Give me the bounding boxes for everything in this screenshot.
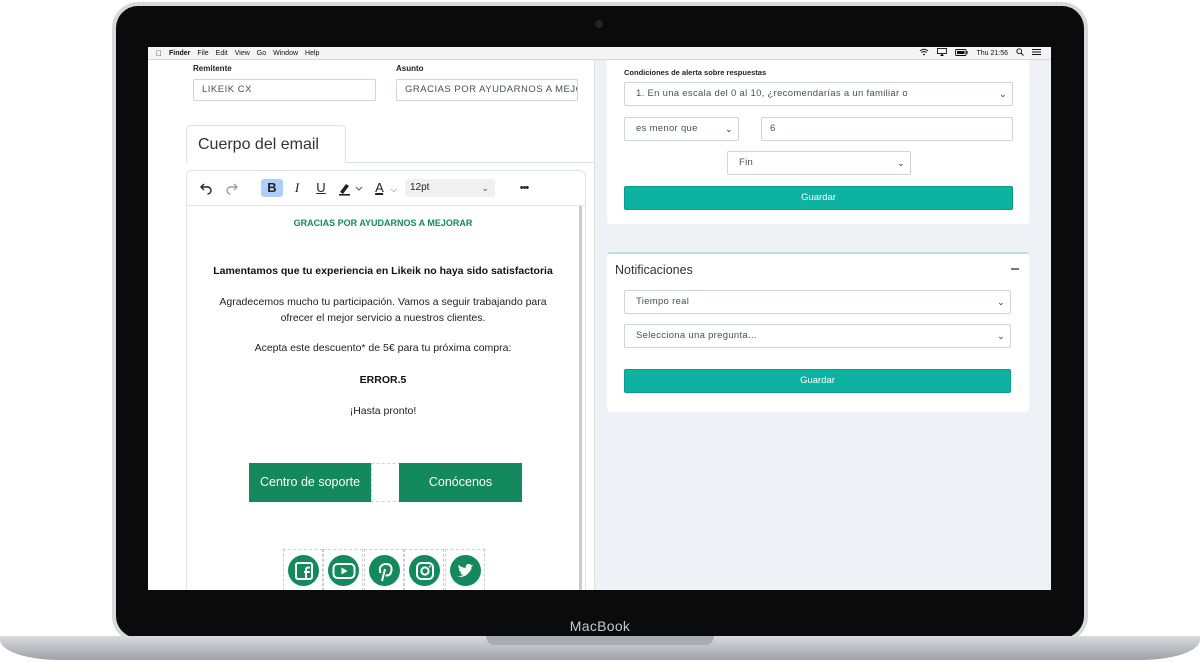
email-editor-panel: Remitente LIKEIK CX Asunto GRACIAS POR A… <box>148 60 594 590</box>
notification-frequency-value: Tiempo real <box>636 296 690 307</box>
airplay-icon[interactable] <box>937 48 948 58</box>
menu-edit[interactable]: Edit <box>216 50 228 57</box>
notification-center-icon[interactable] <box>1032 48 1041 58</box>
chevron-down-icon: ⌄ <box>725 124 733 134</box>
notifications-title: Notificaciones <box>615 263 693 277</box>
bold-button[interactable]: B <box>261 179 283 197</box>
laptop-base-notch <box>486 636 714 645</box>
screen:  Finder File Edit View Go Window Help T… <box>148 47 1051 590</box>
font-size-select[interactable]: 12pt ⌄ <box>405 179 495 197</box>
redo-icon[interactable] <box>223 179 241 197</box>
alert-action-select[interactable]: Fin ⌄ <box>727 151 911 175</box>
chevron-down-icon: ⌵ <box>390 185 397 194</box>
camera <box>595 20 603 28</box>
tab-divider <box>346 162 594 163</box>
italic-button[interactable]: I <box>288 179 306 197</box>
undo-icon[interactable] <box>197 179 215 197</box>
about-us-button[interactable]: Conócenos <box>399 463 522 502</box>
editor-toolbar: B I U A ⌵ 12pt ⌄ ••• <box>187 171 585 206</box>
alert-conditions-label: Condiciones de alerta sobre respuestas <box>624 68 767 77</box>
email-paragraph-line-1: Agradecemos mucho tu participación. Vamo… <box>219 296 547 308</box>
menu-view[interactable]: View <box>235 50 250 57</box>
menu-bar:  Finder File Edit View Go Window Help T… <box>148 47 1051 60</box>
chevron-down-icon: ⌄ <box>481 183 489 193</box>
battery-icon[interactable] <box>955 48 969 58</box>
rich-text-editor: B I U A ⌵ 12pt ⌄ ••• GRACIAS POR AYUDARN… <box>186 170 586 590</box>
alert-question-value: 1. En una escala del 0 al 10, ¿recomenda… <box>636 88 909 99</box>
menu-file[interactable]: File <box>197 50 208 57</box>
instagram-icon[interactable] <box>404 549 444 590</box>
panel-divider <box>594 60 595 590</box>
alert-value-input[interactable]: 6 <box>761 117 1013 141</box>
notifications-card: Notificaciones Tiempo real ⌄ Selecciona … <box>607 252 1029 412</box>
spotlight-icon[interactable] <box>1016 48 1024 58</box>
alert-save-button[interactable]: Guardar <box>624 186 1013 210</box>
email-title: Lamentamos que tu experiencia en Likeik … <box>213 265 553 277</box>
text-color-button[interactable]: A ⌵ <box>371 179 401 197</box>
notification-frequency-select[interactable]: Tiempo real ⌄ <box>624 290 1011 314</box>
highlighter-icon[interactable] <box>337 179 365 197</box>
apple-icon[interactable]:  <box>156 49 162 58</box>
facebook-icon[interactable] <box>283 549 323 590</box>
menu-help[interactable]: Help <box>305 50 319 57</box>
subject-label: Asunto <box>396 64 424 73</box>
font-size-value: 12pt <box>410 182 430 193</box>
email-discount-text: Acepta este descuento* de 5€ para tu pró… <box>254 342 512 354</box>
chevron-down-icon: ⌄ <box>897 158 905 168</box>
twitter-icon[interactable] <box>445 549 485 590</box>
email-preview: GRACIAS POR AYUDARNOS A MEJORAR Lamentam… <box>187 206 579 590</box>
pinterest-icon[interactable] <box>364 549 404 590</box>
menu-clock[interactable]: Thu 21:56 <box>976 50 1008 57</box>
wifi-icon[interactable] <box>919 48 929 58</box>
chevron-down-icon: ⌄ <box>997 297 1005 307</box>
alert-action-value: Fin <box>739 157 754 168</box>
notifications-save-button[interactable]: Guardar <box>624 369 1011 393</box>
menu-app-name[interactable]: Finder <box>169 50 190 57</box>
text-color-label: A <box>375 180 384 195</box>
youtube-icon[interactable] <box>323 549 363 590</box>
email-farewell: ¡Hasta pronto! <box>349 405 417 417</box>
sender-field[interactable]: LIKEIK CX <box>193 79 376 101</box>
chevron-down-icon: ⌄ <box>997 331 1005 341</box>
menu-go[interactable]: Go <box>257 50 266 57</box>
menu-status-area: Thu 21:56 <box>911 48 1041 58</box>
alert-operator-value: es menor que <box>636 123 698 134</box>
subject-field[interactable]: GRACIAS POR AYUDARNOS A MEJC <box>396 79 578 101</box>
editor-scrollbar[interactable] <box>579 206 582 590</box>
collapse-icon[interactable] <box>1011 268 1019 270</box>
alert-conditions-card: Condiciones de alerta sobre respuestas 1… <box>607 60 1029 224</box>
alert-operator-select[interactable]: es menor que ⌄ <box>624 117 739 141</box>
button-spacer <box>371 463 401 502</box>
more-options-button[interactable]: ••• <box>513 179 535 197</box>
tab-email-body[interactable]: Cuerpo del email <box>186 125 346 163</box>
discount-code: ERROR.5 <box>359 374 407 386</box>
email-paragraph-line-2: ofrecer el mejor servicio a nuestros cli… <box>280 312 486 324</box>
sender-label: Remitente <box>193 64 232 73</box>
menu-window[interactable]: Window <box>273 50 298 57</box>
device-brand: MacBook <box>569 618 631 634</box>
support-center-button[interactable]: Centro de soporte <box>249 463 371 502</box>
notification-question-value: Selecciona una pregunta... <box>636 330 757 341</box>
alert-question-select[interactable]: 1. En una escala del 0 al 10, ¿recomenda… <box>624 82 1013 106</box>
chevron-down-icon: ⌄ <box>999 89 1007 99</box>
underline-button[interactable]: U <box>312 179 330 197</box>
email-header: GRACIAS POR AYUDARNOS A MEJORAR <box>293 218 473 228</box>
notification-question-select[interactable]: Selecciona una pregunta... ⌄ <box>624 324 1011 348</box>
